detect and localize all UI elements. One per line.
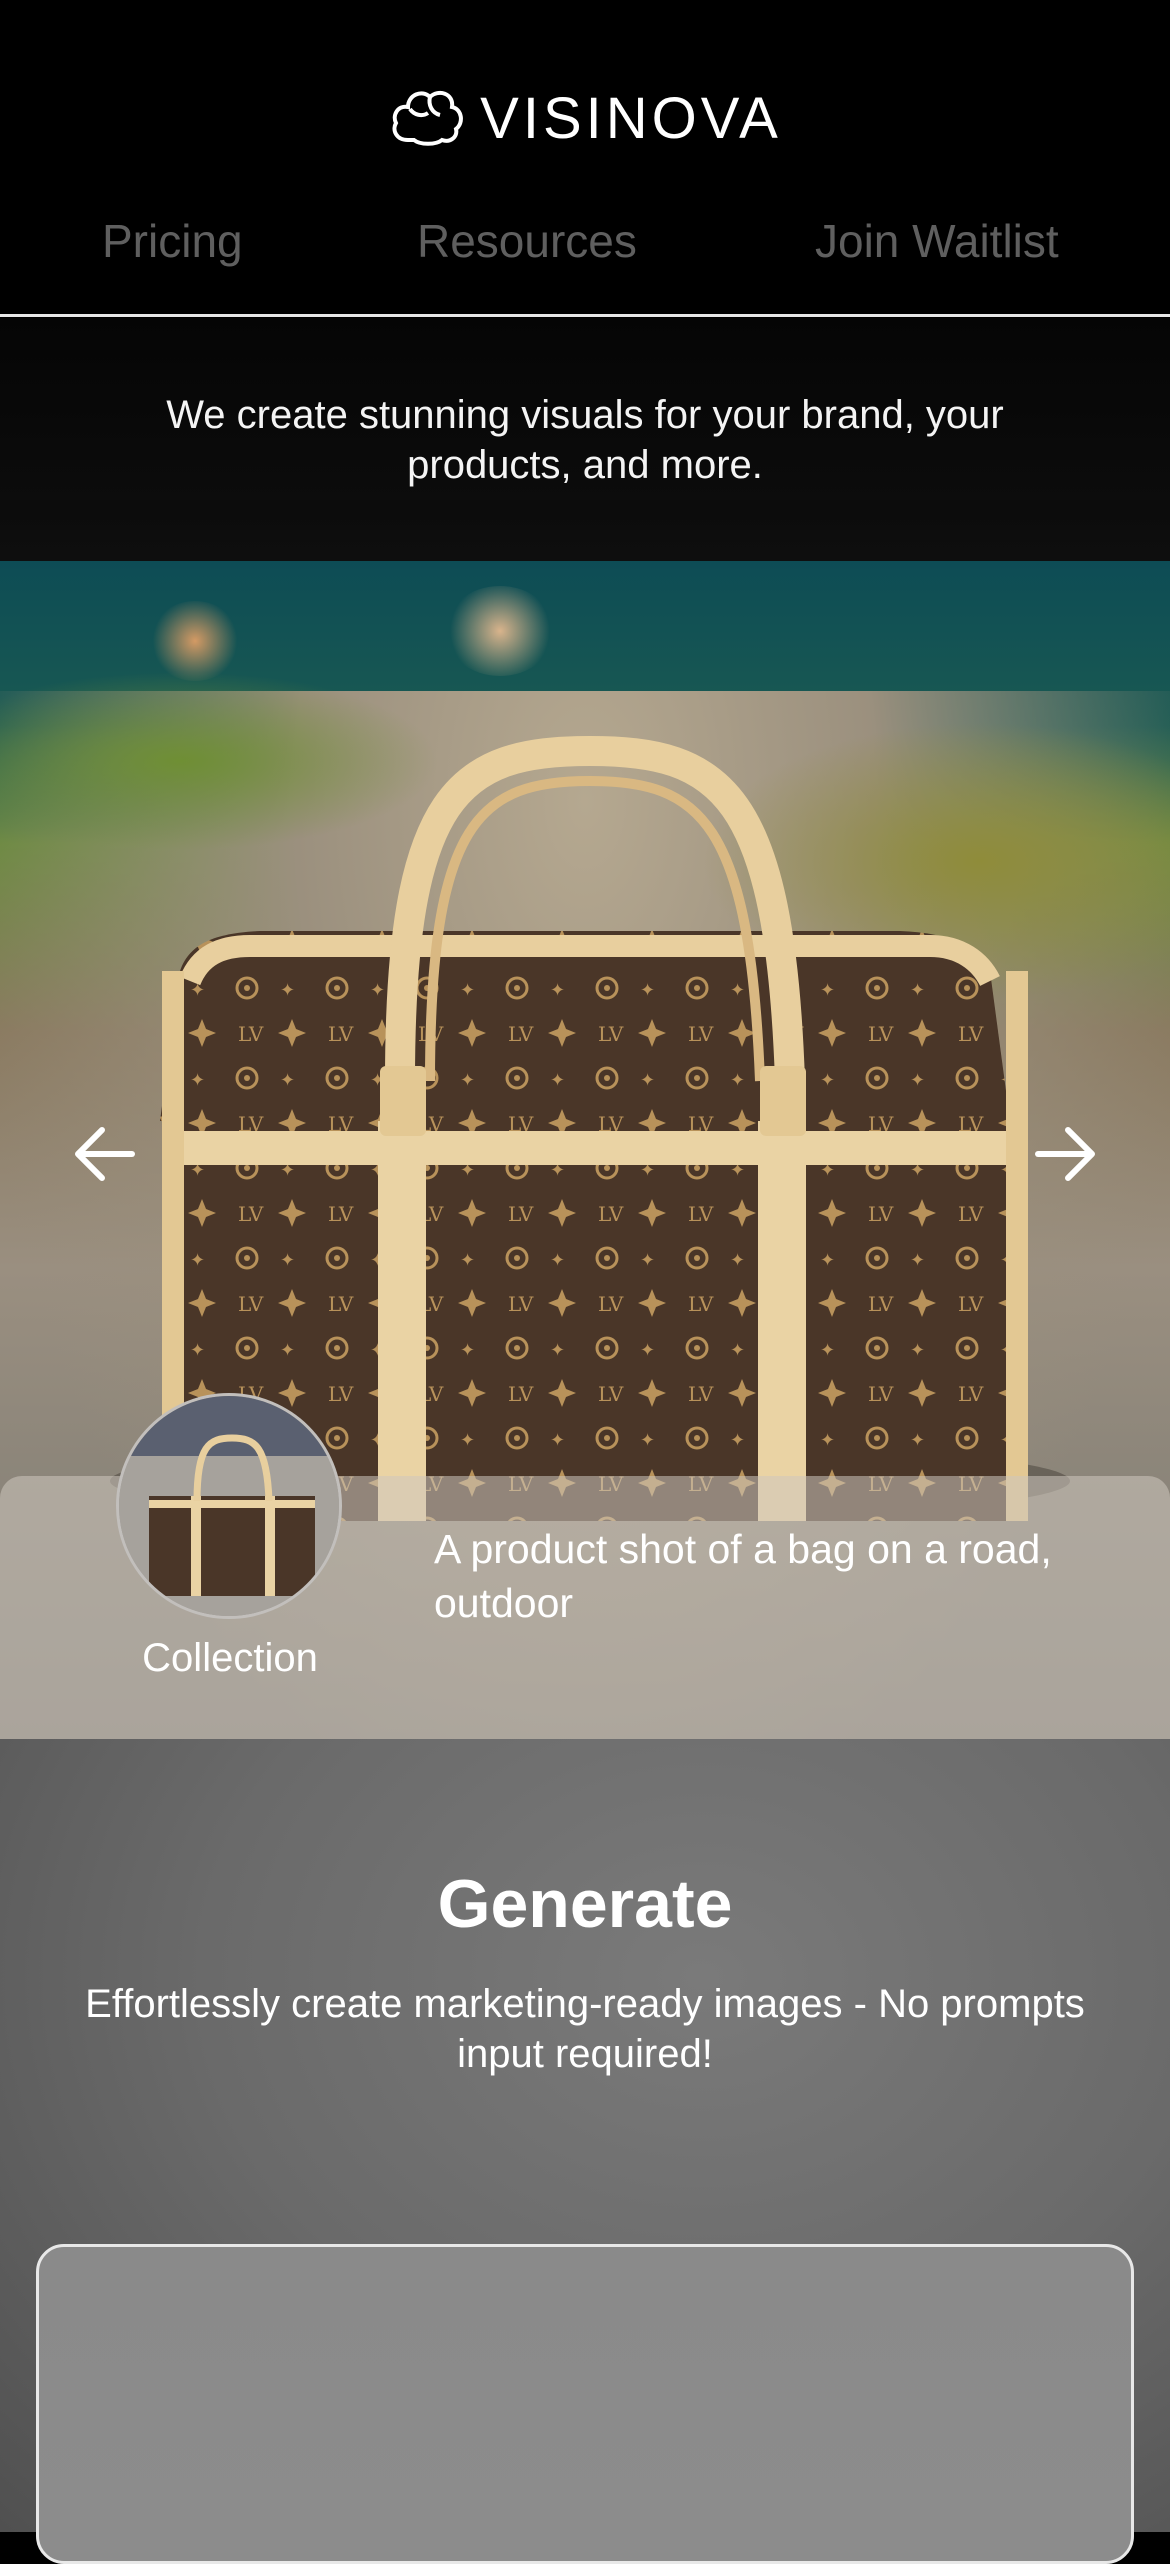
main-nav: Pricing Resources Join Waitlist [0,214,1170,284]
collection-thumbnail[interactable] [116,1393,342,1619]
generate-subtitle: Effortlessly create marketing-ready imag… [85,1982,1085,2076]
tagline-banner: We create stunning visuals for your bran… [0,318,1170,561]
header-divider [0,314,1170,317]
nav-link-pricing[interactable]: Pricing [102,214,243,268]
nav-link-join-waitlist[interactable]: Join Waitlist [815,214,1059,268]
generate-upload-box[interactable] [36,2244,1134,2564]
nav-link-resources[interactable]: Resources [417,214,637,268]
tagline-text: We create stunning visuals for your bran… [166,392,1004,487]
generate-section: Generate Effortlessly create marketing-r… [0,1739,1170,2564]
site-header: VISINOVA Pricing Resources Join Waitlist [0,0,1170,318]
carousel-prev-button[interactable] [65,1116,145,1196]
cloud-icon [388,85,466,152]
thumbnail-label: Collection [142,1636,318,1680]
generate-title: Generate [437,1866,733,1942]
brand-name: VISINOVA [480,85,782,151]
thumbnail-bag-image [119,1396,339,1616]
image-caption: A product shot of a bag on a road, outdo… [434,1526,1052,1626]
arrow-left-icon [72,1124,138,1189]
brand-logo[interactable]: VISINOVA [0,82,1170,154]
arrow-right-icon [1032,1124,1098,1189]
carousel-next-button[interactable] [1025,1116,1105,1196]
